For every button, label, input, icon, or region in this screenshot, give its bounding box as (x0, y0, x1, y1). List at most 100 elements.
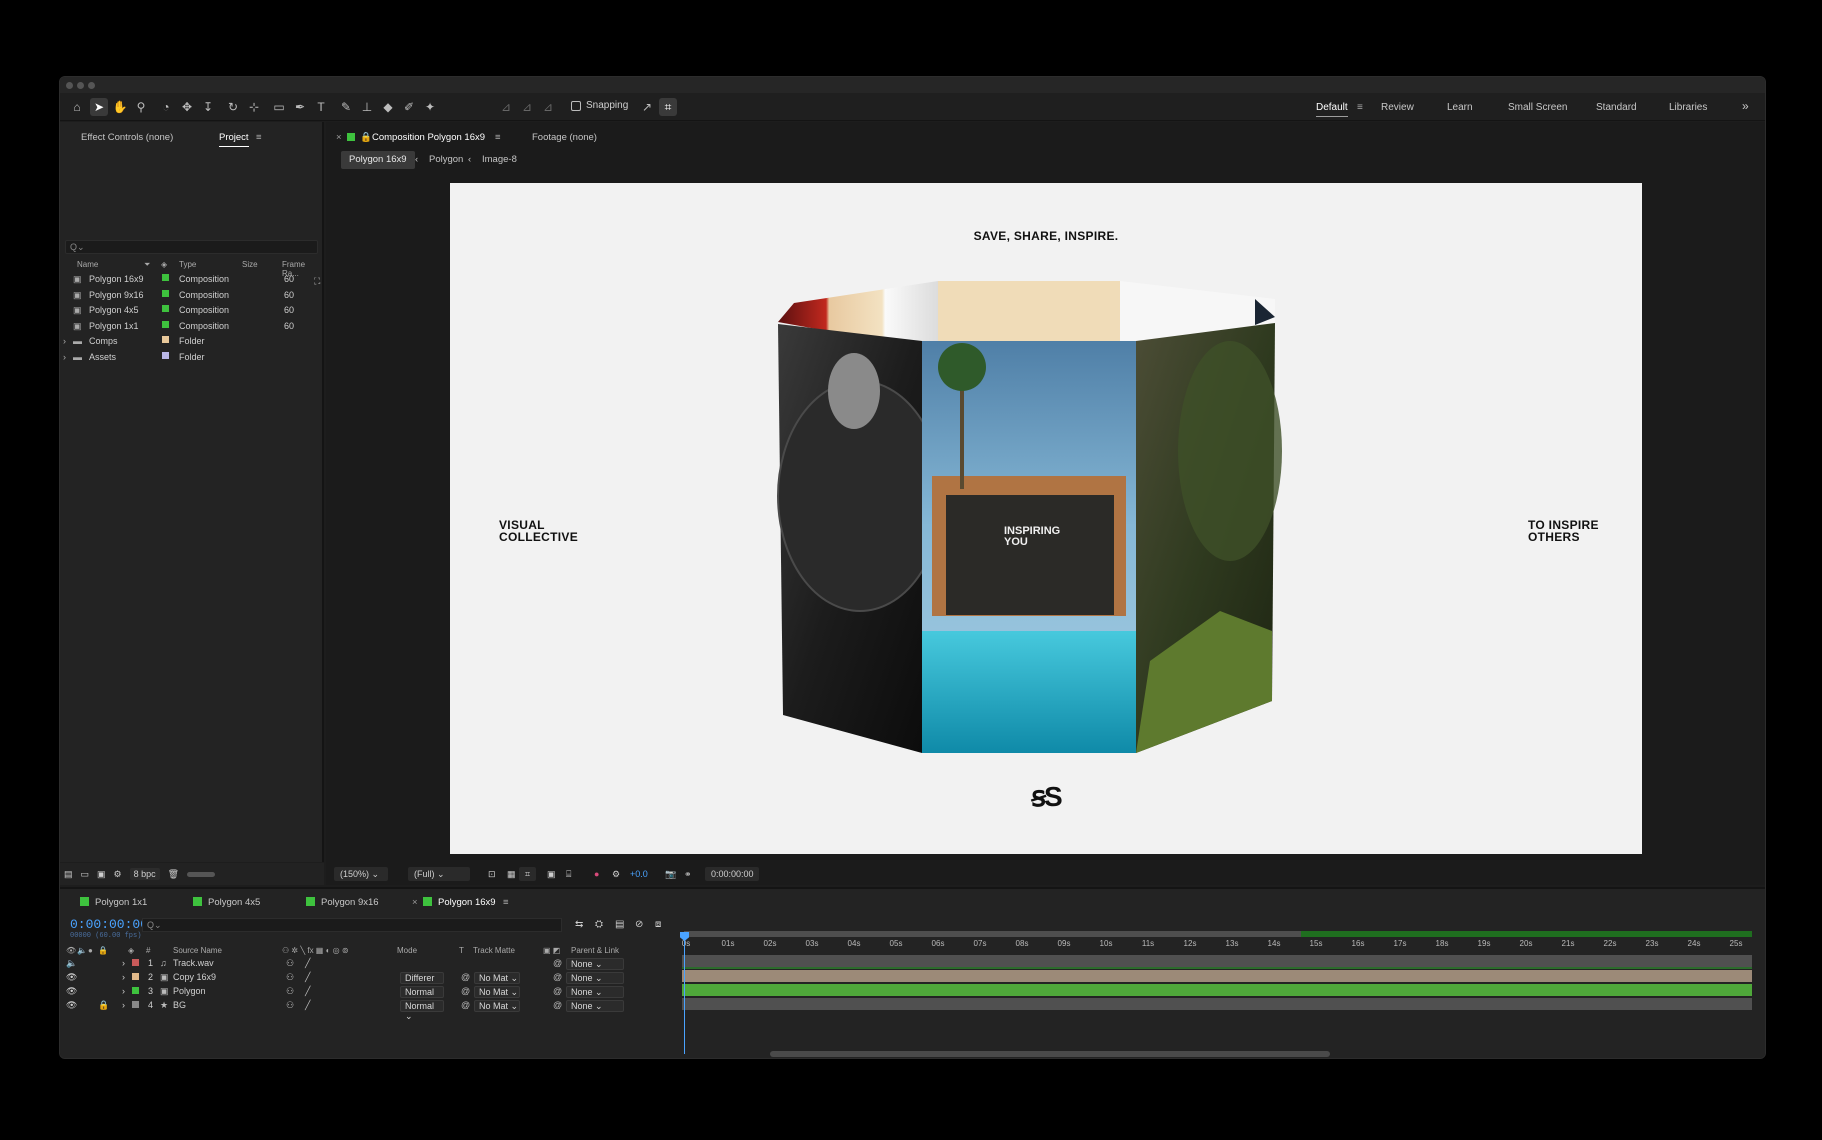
breadcrumb-polygon[interactable]: Polygon (429, 151, 463, 169)
col-source-name[interactable]: Source Name (173, 946, 222, 955)
layer-row[interactable]: 🔈 › 1 ♫ Track.wav ⚇ ╱ @ None ⌄ (60, 956, 660, 970)
layer-label-swatch[interactable] (132, 973, 139, 980)
label-column-icon[interactable]: ◈ (161, 260, 167, 269)
layer-label-swatch[interactable] (132, 959, 139, 966)
pickwhip-icon[interactable]: @ (461, 1000, 470, 1010)
track-bar-copy[interactable] (682, 970, 1752, 982)
timeline-tab-polygon-9x16[interactable]: Polygon 9x16 (306, 897, 379, 908)
track-bar-audio[interactable] (682, 955, 1752, 967)
mask-visibility-icon[interactable]: ▣ (541, 867, 562, 881)
new-folder-icon[interactable]: ▭ (81, 869, 90, 880)
blend-mode-select[interactable]: Normal ⌄ (400, 986, 444, 1007)
eye-icon[interactable]: 👁 (66, 972, 77, 983)
fit-icon[interactable]: ⊡ (482, 867, 502, 881)
panel-menu-icon[interactable]: ≡ (256, 132, 262, 143)
eraser-tool-icon[interactable]: ◆ (379, 98, 397, 116)
track-matte-select[interactable]: No Mat ⌄ (474, 1000, 520, 1012)
shy-switch-icon[interactable]: ⚇ (286, 958, 294, 969)
snapping-checkbox[interactable] (571, 100, 581, 111)
col-size[interactable]: Size (242, 260, 258, 269)
color-channels-icon[interactable]: ● (588, 867, 605, 881)
track-matte-select[interactable]: No Mat ⌄ (474, 986, 520, 998)
zoom-window-button[interactable] (88, 82, 95, 89)
brush-tool-icon[interactable]: ✎ (337, 98, 355, 116)
expand-arrow-icon[interactable]: › (122, 986, 125, 996)
time-ruler[interactable]: 0s 01s 02s 03s 04s 05s 06s 07s 08s 09s 10s 11s 12s 13… (682, 931, 1752, 955)
polygon-3d-panels[interactable]: INSPIRING YOU (750, 281, 1350, 761)
hand-tool-icon[interactable]: ✋ (111, 98, 129, 116)
blend-mode-select[interactable]: Differer ⌄ (400, 972, 444, 993)
thumbnail-slider[interactable] (187, 871, 216, 877)
parent-select[interactable]: None ⌄ (566, 986, 624, 998)
region-of-interest-icon[interactable]: ⌸ (560, 867, 577, 881)
playhead[interactable] (684, 937, 685, 1054)
layer-label-swatch[interactable] (132, 1001, 139, 1008)
graph-editor-icon[interactable]: ⧈ (655, 919, 661, 930)
quality-switch-icon[interactable]: ╱ (305, 1000, 310, 1011)
timeline-scrollbar[interactable] (770, 1051, 1330, 1057)
shy-switch-icon[interactable]: ⚇ (286, 1000, 294, 1011)
layer-name[interactable]: Copy 16x9 (173, 972, 216, 982)
home-icon[interactable]: ⌂ (68, 98, 86, 116)
label-swatch[interactable] (162, 305, 169, 312)
current-timecode[interactable]: 0:00:00:00 (70, 917, 148, 932)
lock-icon[interactable]: 🔒 (98, 1000, 109, 1011)
workspace-learn[interactable]: Learn (1447, 102, 1473, 113)
clone-stamp-tool-icon[interactable]: ⊥ (358, 98, 376, 116)
label-swatch[interactable] (162, 320, 169, 328)
dolly-camera-icon[interactable]: ↧ (199, 98, 217, 116)
quality-switch-icon[interactable]: ╱ (305, 972, 310, 983)
project-item[interactable]: ▣ Polygon 4x5 Composition 60 (60, 303, 320, 317)
comp-mini-flowchart-icon[interactable]: ⇆ (575, 919, 583, 930)
project-item[interactable]: ▣ Polygon 16x9 Composition 60 (60, 272, 320, 286)
parent-pickwhip-icon[interactable]: @ (553, 972, 562, 982)
blend-mode-select[interactable]: Normal ⌄ (400, 1000, 444, 1021)
eye-icon[interactable]: 👁 (66, 1000, 77, 1011)
project-search-input[interactable]: Q⌄ (65, 240, 318, 254)
frame-blending-icon[interactable]: ⊘ (635, 919, 643, 930)
orbit-camera-icon[interactable]: ◔ (157, 98, 175, 116)
audio-toggle-icon[interactable]: 🔈 (66, 958, 77, 969)
parent-select[interactable]: None ⌄ (566, 1000, 624, 1012)
project-item[interactable]: › ▬ Assets Folder (60, 350, 320, 364)
parent-select[interactable]: None ⌄ (566, 958, 624, 970)
pen-tool-icon[interactable]: ✒ (291, 98, 309, 116)
exposure-value[interactable]: +0.0 (624, 867, 654, 881)
workspace-default[interactable]: Default (1316, 102, 1348, 117)
snapping-toggle[interactable]: Snapping (571, 100, 628, 111)
snap-grid-icon[interactable]: ⌗ (659, 98, 677, 116)
project-item[interactable]: ▣ Polygon 1x1 Composition 60 (60, 319, 320, 333)
track-bar-polygon[interactable] (682, 984, 1752, 996)
timeline-tab-polygon-1x1[interactable]: Polygon 1x1 (80, 897, 147, 908)
resolution-dropdown[interactable]: (Full) ⌄ (408, 867, 470, 881)
zoom-tool-icon[interactable]: ⚲ (132, 98, 150, 116)
project-item[interactable]: ▣ Polygon 9x16 Composition 60 (60, 288, 320, 302)
parent-pickwhip-icon[interactable]: @ (553, 986, 562, 996)
workspace-libraries[interactable]: Libraries (1669, 102, 1707, 113)
grid-toggle-icon[interactable]: ⌗ (519, 867, 537, 881)
close-tab-icon[interactable]: × (412, 897, 418, 908)
axis-view-icon[interactable]: ⊿ (539, 98, 557, 116)
workspace-small-screen[interactable]: Small Screen (1508, 102, 1567, 113)
axis-world-icon[interactable]: ⊿ (518, 98, 536, 116)
expand-arrow-icon[interactable]: › (63, 336, 66, 346)
flowchart-icon[interactable]: ⛶ (314, 276, 320, 287)
pickwhip-icon[interactable]: @ (461, 986, 470, 996)
shy-switch-icon[interactable]: ⚇ (286, 986, 294, 997)
layer-name[interactable]: BG (173, 1000, 186, 1010)
quality-switch-icon[interactable]: ╱ (305, 986, 310, 997)
expand-arrow-icon[interactable]: › (122, 1000, 125, 1010)
interpret-footage-icon[interactable]: ▤ (64, 869, 73, 880)
snap-options-icon[interactable]: ↗ (638, 98, 656, 116)
viewer-timecode[interactable]: 0:00:00:00 (705, 867, 759, 881)
track-bar-bg[interactable] (682, 998, 1752, 1010)
quality-switch-icon[interactable]: ╱ (305, 958, 310, 969)
tab-effect-controls[interactable]: Effect Controls (none) (81, 132, 173, 143)
parent-select[interactable]: None ⌄ (566, 972, 624, 984)
parent-pickwhip-icon[interactable]: @ (553, 1000, 562, 1010)
timeline-menu-icon[interactable]: ≡ (503, 897, 509, 908)
breadcrumb-polygon-16x9[interactable]: Polygon 16x9 (341, 151, 415, 169)
timeline-tab-polygon-4x5[interactable]: Polygon 4x5 (193, 897, 260, 908)
draft-3d-icon[interactable]: ⛭ (595, 919, 603, 930)
col-type[interactable]: Type (179, 260, 196, 269)
